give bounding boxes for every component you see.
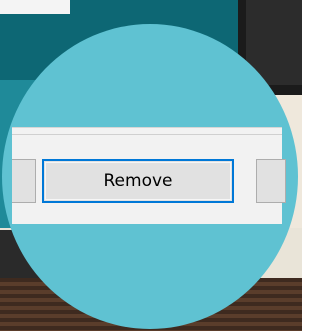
background-window-corner: [0, 0, 70, 14]
remove-button-label: Remove: [103, 171, 173, 191]
divider: [12, 134, 282, 135]
next-button[interactable]: [256, 159, 286, 203]
magnifier-lens: Remove: [2, 24, 298, 329]
remove-button[interactable]: Remove: [42, 159, 234, 203]
screen-background: Remove: [0, 0, 302, 331]
previous-button[interactable]: [12, 159, 36, 203]
dialog-button-bar: Remove: [12, 127, 286, 224]
